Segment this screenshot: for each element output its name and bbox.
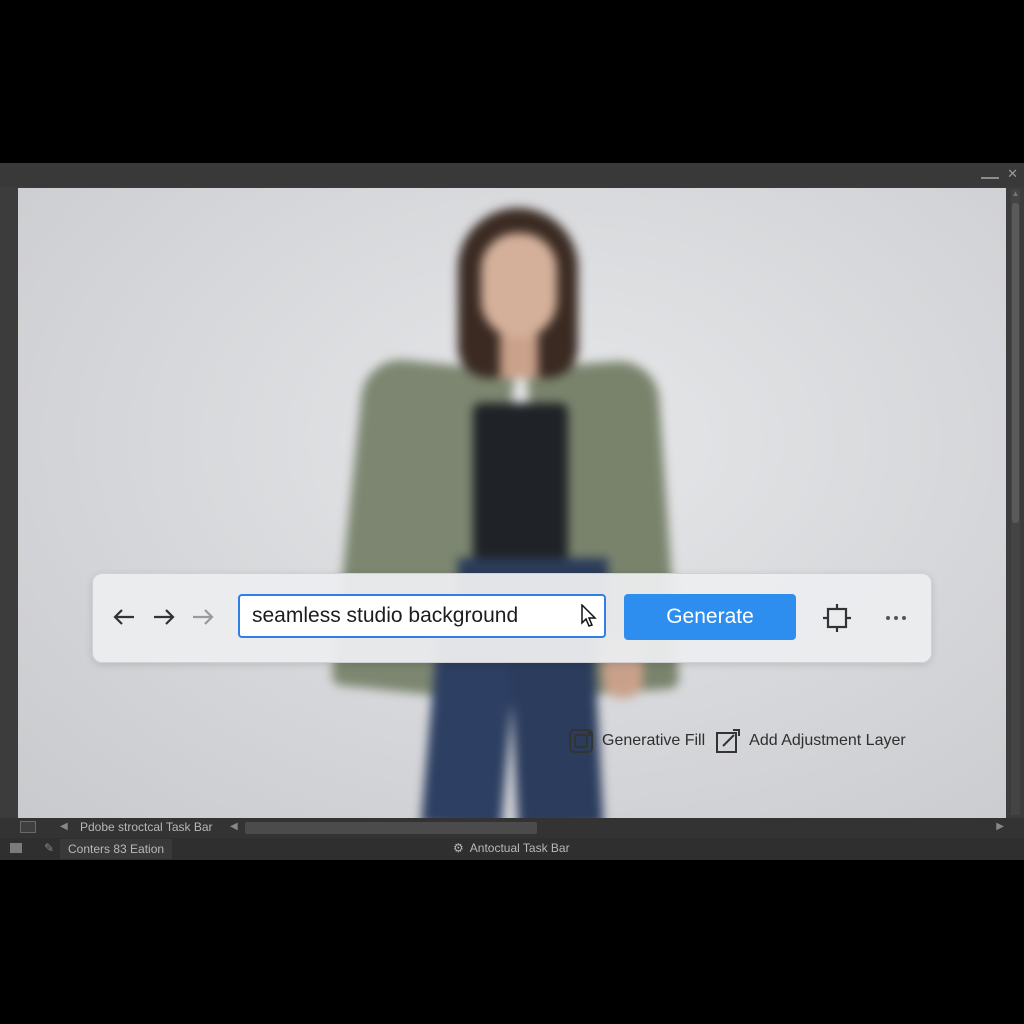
generate-button[interactable]: Generate [624,594,796,640]
title-strip: ✕ [0,163,1024,187]
forward-arrow-icon[interactable] [151,604,177,630]
minimize-icon[interactable] [981,177,1000,179]
status-bar: ✎ Conters 83 Eation ⚙ Antoctual Task Bar [0,838,1024,860]
taskbar-toggle-label: Antoctual Task Bar [469,841,570,855]
close-icon[interactable]: ✕ [1007,165,1018,183]
contextual-task-bar-label: Pdobe stroctcal Task Bar [80,820,213,834]
collapse-icon[interactable]: ◀ [230,821,238,832]
window-controls: ✕ [981,165,1018,183]
scroll-up-icon[interactable]: ▲ [1011,189,1020,198]
horizontal-scrollbar[interactable] [245,822,537,834]
adjustment-layer-icon [715,728,741,754]
scroll-left-icon[interactable]: ◀ [60,821,68,832]
vertical-scrollbar[interactable]: ▲ [1011,189,1020,815]
generative-fill-action[interactable]: Generative Fill [568,728,705,754]
back-arrow-icon[interactable] [111,604,137,630]
settings-icon: ⚙ [453,841,464,855]
scrollbar-thumb[interactable] [1012,203,1019,523]
panel-toggle-icon[interactable] [20,821,36,833]
forward-arrow-disabled-icon[interactable] [190,604,216,630]
generative-fill-icon [568,728,594,754]
image-canvas[interactable]: Generative Fill Add Adjustment Layer [18,188,1006,818]
prompt-input[interactable] [238,594,606,638]
add-adjustment-layer-label: Add Adjustment Layer [749,732,906,749]
brush-icon[interactable]: ✎ [44,841,54,855]
app-window: ✕ ▲ Generative Fill Add Adjustment Layer… [0,163,1024,860]
generative-fill-label: Generative Fill [602,732,706,749]
scroll-right-icon[interactable]: ▶ [996,821,1004,832]
layout-icon[interactable] [10,843,22,853]
crop-icon[interactable] [821,602,853,634]
contents-button[interactable]: Conters 83 Eation [60,839,173,859]
add-adjustment-layer-action[interactable]: Add Adjustment Layer [715,728,906,754]
taskbar-toggle[interactable]: ⚙ Antoctual Task Bar [453,841,570,855]
photo-subject [18,188,1006,818]
contextual-actions: Generative Fill Add Adjustment Layer [568,728,906,754]
horizontal-scroll-row: ◀ Pdobe stroctcal Task Bar ◀ ▶ [0,818,1024,838]
contextual-task-bar: Generate [92,573,932,663]
more-options-icon[interactable] [879,602,913,634]
